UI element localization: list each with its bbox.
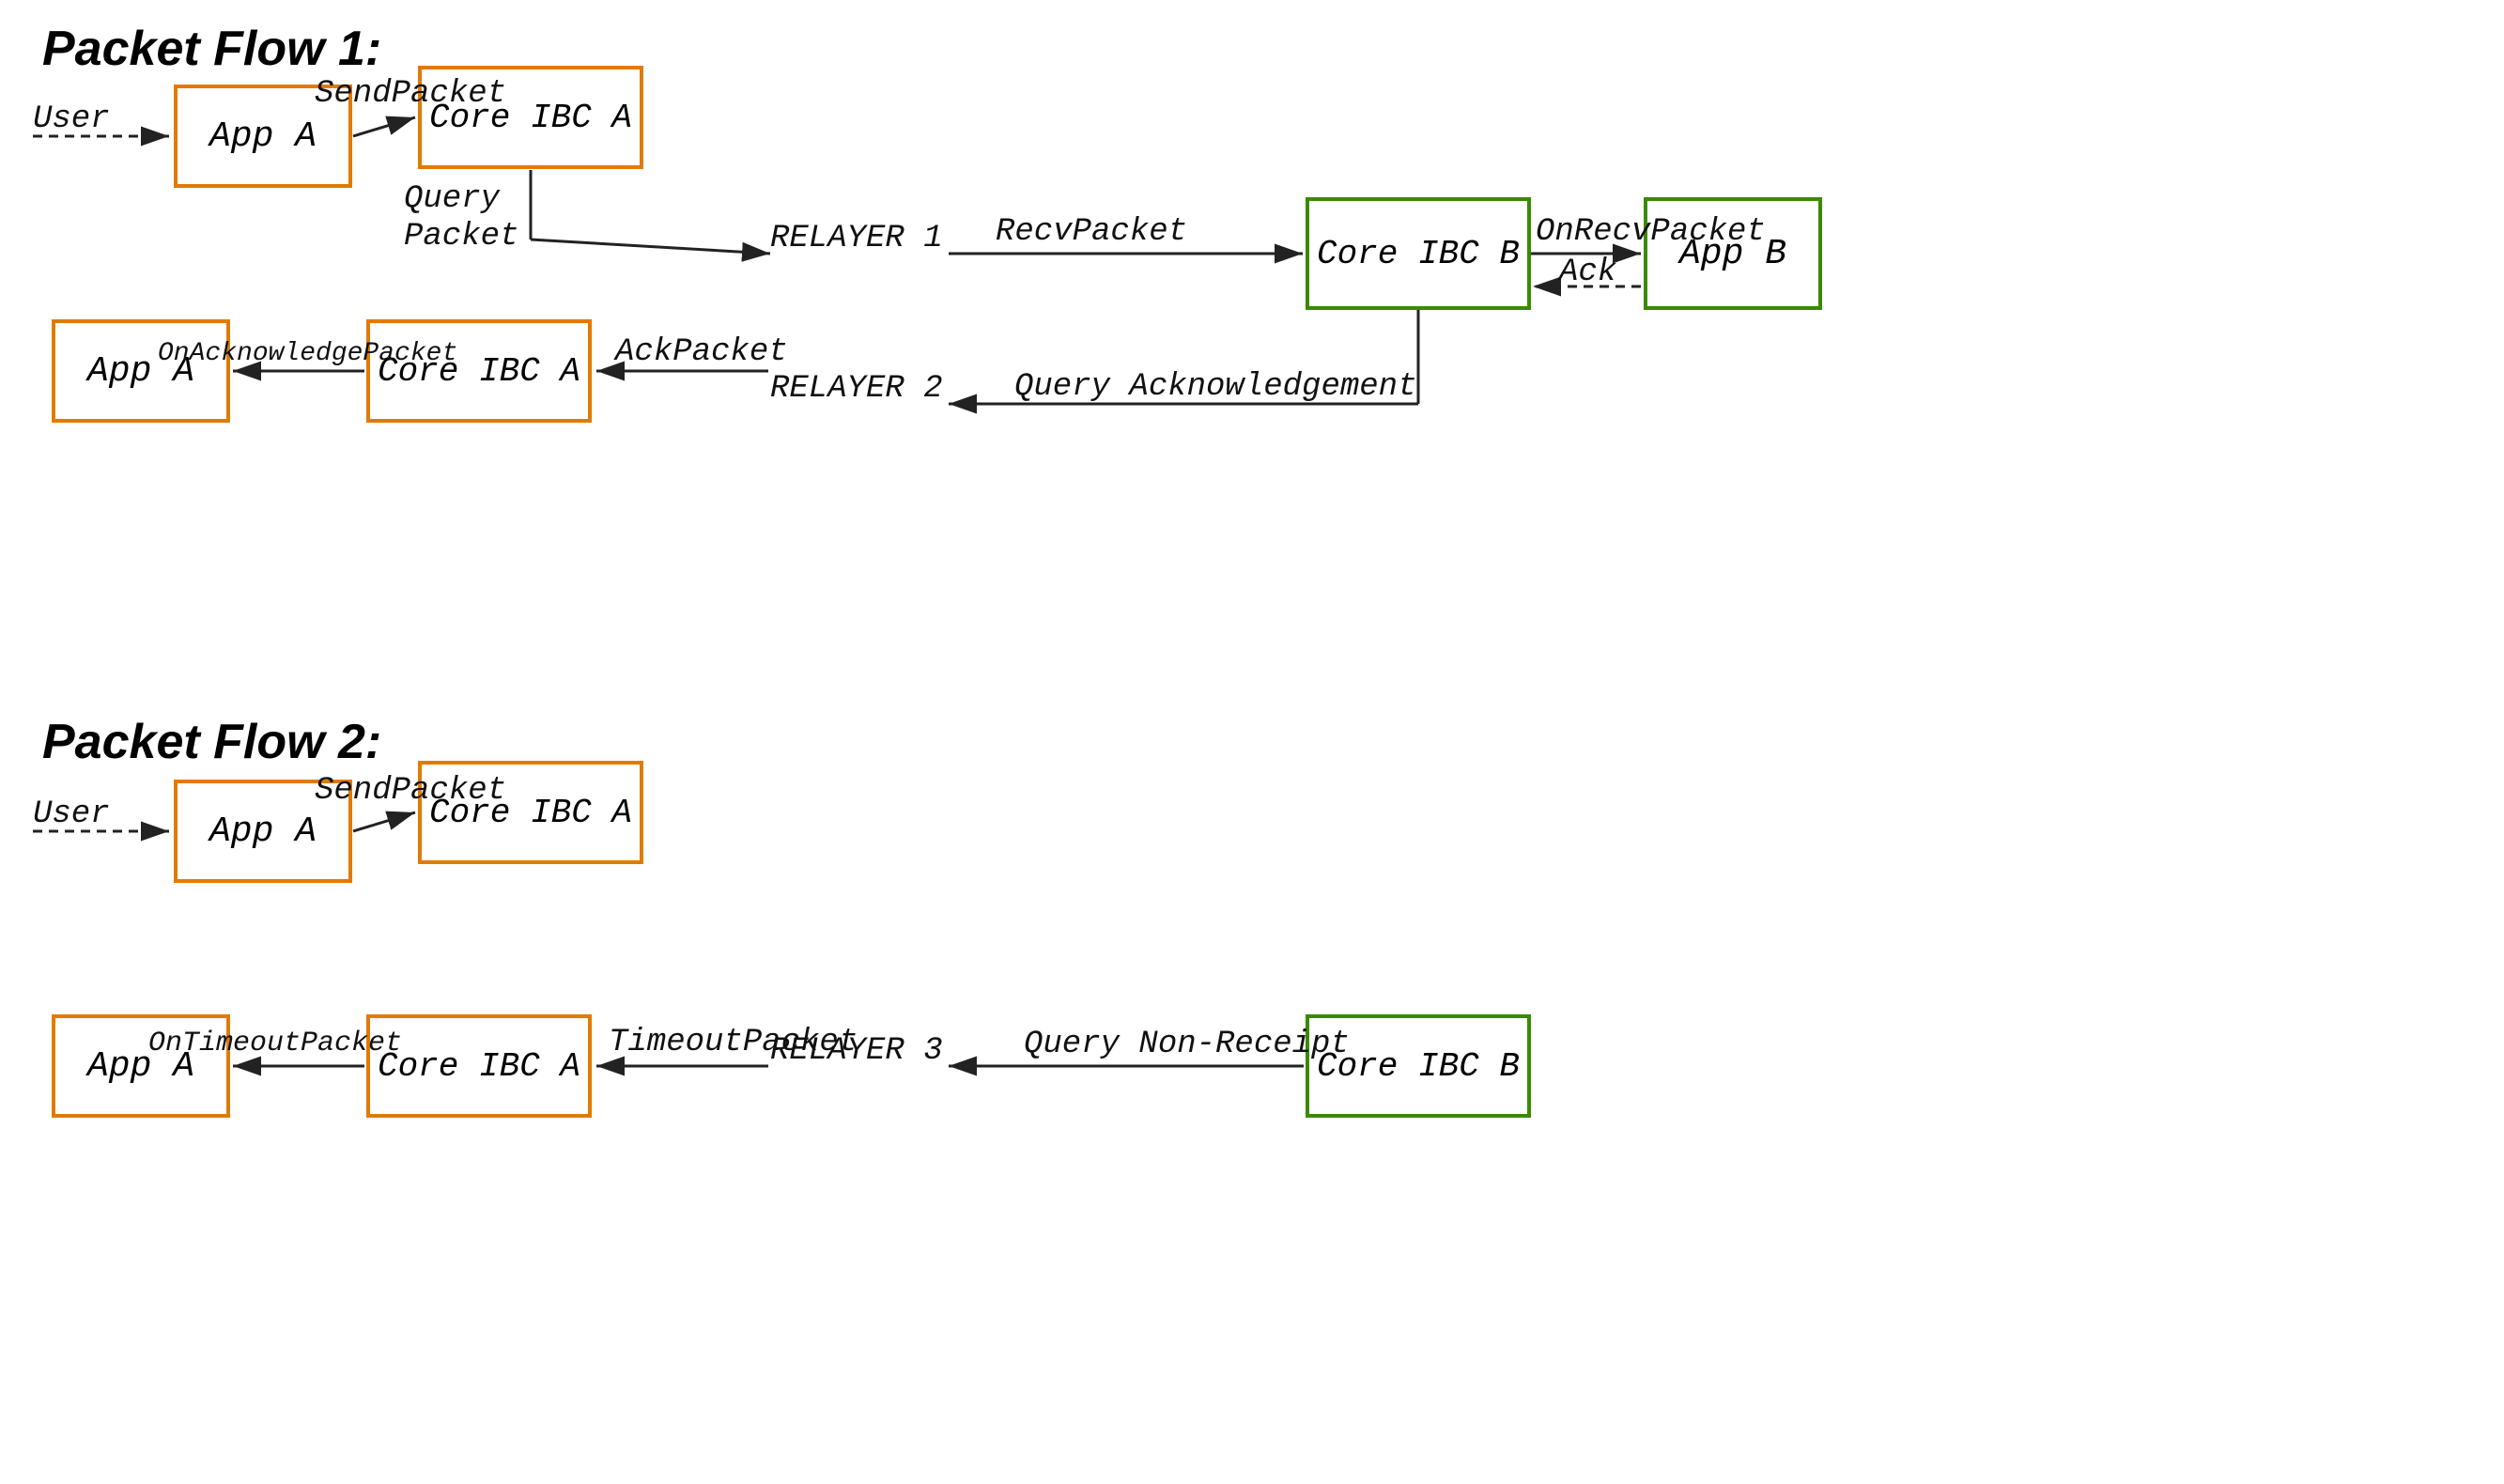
relayer1-label: RELAYER 1: [770, 221, 943, 256]
flow2-app-a-top: App A: [174, 780, 352, 883]
ack-packet-label: AckPacket: [613, 334, 788, 370]
flow1-core-ibc-a-bottom: Core IBC A: [366, 319, 592, 423]
flow1-app-a: App A: [174, 85, 352, 188]
flow1-title: Packet Flow 1:: [42, 21, 381, 77]
relayer2-label: RELAYER 2: [770, 371, 943, 407]
flow1-app-a-bottom: App A: [52, 319, 230, 423]
flow2-title: Packet Flow 2:: [42, 714, 381, 770]
query-ack-label: Query Acknowledgement: [1014, 369, 1416, 405]
query-non-receipt-label: Query Non-Receipt: [1024, 1027, 1350, 1062]
query-to-relayer1-arrow: [531, 240, 770, 254]
diagram: Packet Flow 1: Packet Flow 2: App A Core…: [0, 0, 2504, 1484]
flow1-core-ibc-b: Core IBC B: [1306, 197, 1531, 310]
recv-packet-label: RecvPacket: [996, 214, 1187, 250]
user-label: User: [33, 101, 110, 137]
flow1-core-ibc-a-top: Core IBC A: [418, 66, 643, 169]
flow2-user-label: User: [33, 796, 110, 832]
relayer3-label: RELAYER 3: [770, 1033, 943, 1069]
query-packet-label: Query: [404, 181, 502, 217]
flow2-app-a-to-core-ibc-a-arrow: [353, 812, 415, 831]
flow2-core-ibc-b: Core IBC B: [1306, 1014, 1531, 1118]
flow1-app-b: App B: [1644, 197, 1822, 310]
timeout-packet-label: TimeoutPacket: [609, 1025, 858, 1060]
flow2-app-a-bottom: App A: [52, 1014, 230, 1118]
app-a-to-core-ibc-a-arrow: [353, 117, 415, 136]
query-packet-label2: Packet: [404, 219, 518, 255]
ack-label: Ack: [1557, 255, 1617, 290]
flow2-core-ibc-a-top: Core IBC A: [418, 761, 643, 864]
flow2-core-ibc-a-bottom: Core IBC A: [366, 1014, 592, 1118]
